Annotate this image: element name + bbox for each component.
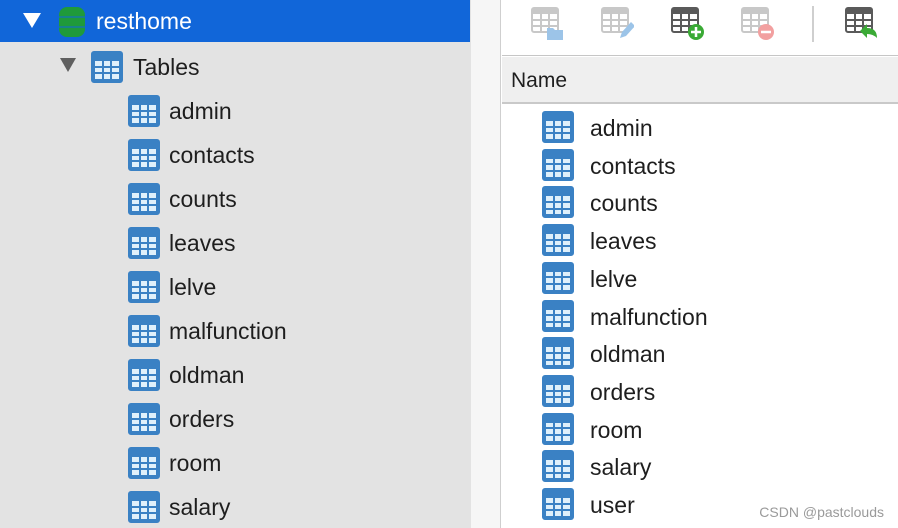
sidebar-item-counts[interactable]: counts [0,178,470,222]
column-header-label: Name [511,69,568,92]
table-folder-icon[interactable] [530,6,564,40]
database-icon [59,7,85,37]
list-item-label: user [590,492,635,518]
disclosure-triangle-icon[interactable] [60,58,76,72]
table-icon [542,450,574,483]
table-icon [128,491,160,523]
sidebar-database-resthome[interactable]: resthome [0,0,470,42]
table-icon [91,51,123,83]
sidebar-item-label: contacts [169,142,255,168]
sidebar: resthome Tables admin contacts counts leave… [0,0,471,528]
list-item-label: counts [590,190,658,217]
table-icon [542,299,574,332]
table-icon [542,111,574,143]
table-icon [542,224,574,257]
list-item-label: lelve [590,265,638,292]
table-icon [128,95,160,127]
list-item-room[interactable]: room [502,410,898,448]
list-item-label: contacts [590,152,676,179]
table-icon [128,271,160,303]
list-item-label: orders [590,378,656,405]
table-delete-icon[interactable] [740,6,774,40]
table-add-icon[interactable] [670,6,704,40]
list-item-orders[interactable]: orders [502,372,898,410]
column-header-name[interactable]: Name [502,57,898,104]
table-icon [542,337,574,370]
table-icon [128,227,160,259]
list-item-contacts[interactable]: contacts [502,146,898,184]
sidebar-item-label: room [169,450,222,476]
table-icon [542,261,574,294]
list-item-label: malfunction [590,303,708,330]
disclosure-triangle-icon[interactable] [23,13,41,28]
database-name: resthome [96,8,192,34]
list-item-label: oldman [590,341,666,368]
sidebar-item-label: salary [169,494,231,520]
sidebar-item-label: orders [169,406,235,432]
table-icon [128,139,160,171]
watermark: CSDN @pastclouds [759,504,884,520]
list-item-leaves[interactable]: leaves [502,221,898,259]
table-icon [542,148,574,181]
list-item-label: room [590,416,643,443]
toolbar-separator [812,6,814,42]
sidebar-item-label: leaves [169,230,236,256]
list-item-label: salary [590,454,652,481]
table-icon [128,359,160,391]
table-icon [542,412,574,445]
list-item-malfunction[interactable]: malfunction [502,297,898,335]
list-item-counts[interactable]: counts [502,183,898,221]
list-item-label: leaves [590,228,657,255]
sidebar-group-tables[interactable]: Tables [0,46,470,90]
table-icon [128,183,160,215]
table-icon [542,186,574,219]
table-import-icon[interactable] [844,6,878,40]
sidebar-item-orders[interactable]: orders [0,398,470,442]
sidebar-item-room[interactable]: room [0,442,470,486]
sidebar-item-label: counts [169,186,237,212]
split-divider[interactable] [471,0,501,528]
table-list: admin contacts counts leaves lelve malfunctio… [502,106,898,528]
sidebar-item-salary[interactable]: salary [0,486,470,528]
sidebar-item-malfunction[interactable]: malfunction [0,310,470,354]
table-icon [542,374,574,407]
list-item-label: admin [590,115,653,141]
table-icon [128,315,160,347]
list-item-oldman[interactable]: oldman [502,334,898,372]
sidebar-item-oldman[interactable]: oldman [0,354,470,398]
sidebar-item-lelve[interactable]: lelve [0,266,470,310]
list-item-salary[interactable]: salary [502,447,898,485]
group-label: Tables [133,54,200,80]
list-item-admin[interactable]: admin [502,108,898,146]
sidebar-item-leaves[interactable]: leaves [0,222,470,266]
sidebar-item-label: admin [169,98,232,124]
sidebar-item-label: oldman [169,362,245,388]
sidebar-item-label: malfunction [169,318,287,344]
table-icon [128,403,160,435]
table-icon [128,447,160,479]
sidebar-item-label: lelve [169,274,217,300]
table-pencil-icon[interactable] [600,6,634,40]
table-icon [542,488,574,520]
list-item-lelve[interactable]: lelve [502,259,898,297]
sidebar-item-contacts[interactable]: contacts [0,134,470,178]
sidebar-item-admin[interactable]: admin [0,90,470,134]
